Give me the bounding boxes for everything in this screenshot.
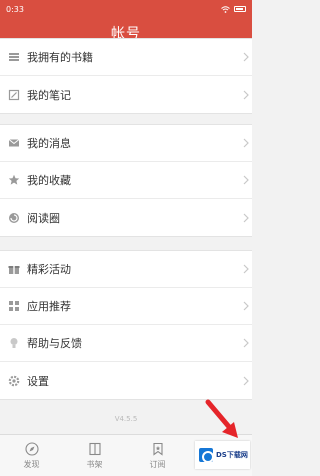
menu-item-help-feedback[interactable]: 帮助与反馈	[0, 325, 252, 362]
compass-icon	[24, 441, 40, 457]
bookshelf-icon	[8, 51, 20, 63]
menu-item-label: 帮助与反馈	[27, 337, 82, 350]
watermark: DS下载网	[195, 441, 250, 469]
gear-icon	[8, 375, 20, 387]
tab-label: 订阅	[149, 460, 166, 469]
bulb-icon	[8, 337, 20, 349]
menu-item-settings[interactable]: 设置	[0, 362, 252, 399]
tab-label: 书架	[86, 460, 103, 469]
chevron-right-icon	[243, 52, 249, 62]
menu-item-my-books[interactable]: 我拥有的书籍	[0, 39, 252, 76]
list-group-social: 我的消息 我的收藏 阅读圈	[0, 124, 252, 237]
note-icon	[8, 89, 20, 101]
status-time: 0:33	[6, 4, 24, 14]
chevron-right-icon	[243, 338, 249, 348]
tab-bookshelf[interactable]: 书架	[63, 435, 126, 476]
star-icon	[8, 174, 20, 186]
menu-item-label: 我的收藏	[27, 174, 71, 187]
mail-icon	[8, 137, 20, 149]
battery-icon	[234, 6, 246, 12]
chevron-right-icon	[243, 90, 249, 99]
list-group-more: 精彩活动 应用推荐 帮助与反馈 设置	[0, 250, 252, 400]
watermark-text: DS下载网	[216, 451, 248, 459]
status-icons	[221, 5, 246, 13]
menu-item-label: 我拥有的书籍	[27, 51, 93, 64]
chevron-right-icon	[243, 175, 249, 185]
menu-item-label: 设置	[27, 374, 49, 388]
menu-item-reading-circle[interactable]: 阅读圈	[0, 199, 252, 236]
tab-discover[interactable]: 发现	[0, 435, 63, 476]
apps-icon	[8, 300, 20, 312]
annotation-arrow	[205, 399, 238, 438]
watermark-logo-icon	[199, 448, 214, 463]
chevron-right-icon	[243, 264, 249, 274]
menu-item-my-notes[interactable]: 我的笔记	[0, 76, 252, 113]
list-group-books: 我拥有的书籍 我的笔记	[0, 38, 252, 114]
chevron-right-icon	[243, 301, 249, 311]
circle-icon	[8, 212, 20, 224]
menu-item-label: 我的消息	[27, 137, 71, 150]
menu-item-label: 精彩活动	[27, 263, 71, 276]
menu-item-favorites[interactable]: 我的收藏	[0, 162, 252, 199]
tab-subscribe[interactable]: 订阅	[126, 435, 189, 476]
menu-item-activities[interactable]: 精彩活动	[0, 251, 252, 288]
menu-item-label: 阅读圈	[27, 211, 60, 225]
menu-item-app-recommend[interactable]: 应用推荐	[0, 288, 252, 325]
chevron-right-icon	[243, 376, 249, 385]
bookmark-icon	[150, 441, 166, 457]
menu-item-label: 应用推荐	[27, 300, 71, 313]
chevron-right-icon	[243, 213, 249, 222]
menu-item-messages[interactable]: 我的消息	[0, 125, 252, 162]
gift-icon	[8, 263, 20, 275]
chevron-right-icon	[243, 138, 249, 148]
book-icon	[87, 441, 103, 457]
wifi-icon	[221, 5, 230, 13]
menu-item-label: 我的笔记	[27, 88, 71, 102]
status-bar: 0:33	[0, 0, 252, 18]
tab-label: 发现	[23, 460, 40, 469]
